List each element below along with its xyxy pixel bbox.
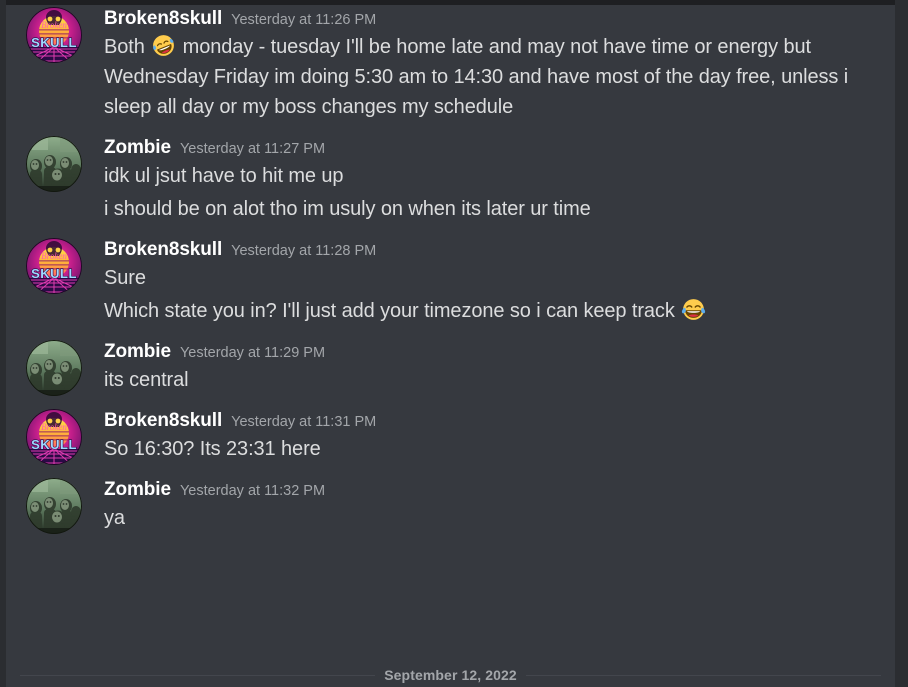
message-text: Sure [104,263,885,293]
message-text: Both monday - tuesday I'll be home late … [104,32,885,122]
zombie-crowd-avatar[interactable] [26,478,82,534]
message-text-run: idk ul jsut have to hit me up [104,165,344,187]
message-author[interactable]: Zombie [104,341,171,362]
scrollbar-track[interactable] [895,0,908,687]
svg-text:Broken: Broken [41,20,67,30]
zombie-crowd-avatar[interactable] [26,136,82,192]
message-text-run: Sure [104,267,146,289]
message-header: Broken8skull Yesterday at 11:28 PM [104,238,885,263]
message-author[interactable]: Zombie [104,479,171,500]
message-header: Broken8skull Yesterday at 11:31 PM [104,409,885,434]
message-text: ya [104,503,885,533]
message-timestamp: Yesterday at 11:31 PM [231,414,377,430]
message-group[interactable]: SKULL Broken Broken8skull Yesterday at 11:2… [6,236,895,326]
message-body: Zombie Yesterday at 11:27 PM idk ul jsut h… [104,136,895,224]
message-body: Broken8skull Yesterday at 11:31 PM So 16:3… [104,409,895,464]
message-text: Which state you in? I'll just add your t… [104,296,885,326]
message-group[interactable]: Zombie Yesterday at 11:27 PM idk ul jsut h… [6,134,895,224]
message-timestamp: Yesterday at 11:27 PM [179,141,326,157]
message-group[interactable]: SKULL Broken Broken8skull Yesterday at 11:3… [6,407,895,465]
face-with-tears-of-joy-emoji [681,297,706,322]
message-text-run: Both [104,36,151,58]
rolling-on-the-floor-laughing-emoji [151,33,176,58]
svg-text:SKULL: SKULL [31,35,77,50]
svg-text:Broken: Broken [41,251,67,261]
message-text-run: monday - tuesday I'll be home late and m… [104,36,849,118]
message-body: Broken8skull Yesterday at 11:26 PM Both mo… [104,7,895,122]
synthwave-skull-avatar[interactable]: SKULL Broken [26,238,82,294]
message-header: Zombie Yesterday at 11:32 PM [104,478,885,503]
message-timestamp: Yesterday at 11:26 PM [231,12,377,28]
message-timestamp: Yesterday at 11:32 PM [179,483,326,499]
synthwave-skull-avatar[interactable]: SKULL Broken [26,7,82,63]
message-body: Broken8skull Yesterday at 11:28 PM Sure Whi… [104,238,895,326]
message-text: So 16:30? Its 23:31 here [104,434,885,464]
message-group[interactable]: Zombie Yesterday at 11:29 PM its central [6,338,895,396]
message-header: Broken8skull Yesterday at 11:26 PM [104,7,885,32]
message-timestamp: Yesterday at 11:29 PM [179,345,326,361]
date-divider: September 12, 2022 [6,667,895,683]
message-group[interactable]: SKULL Broken Broken8skull Yesterday at 11:2… [6,5,895,122]
synthwave-skull-avatar[interactable]: SKULL Broken [26,409,82,465]
date-divider-rule-left [20,674,376,676]
message-text: i should be on alot tho im usuly on when… [104,194,885,224]
message-text-run: So 16:30? Its 23:31 here [104,438,321,460]
discord-chat-window: SKULL Broken Broken8skull Yesterday at 11:2… [0,0,908,687]
message-author[interactable]: Zombie [104,137,171,158]
svg-text:SKULL: SKULL [31,437,77,452]
message-header: Zombie Yesterday at 11:27 PM [104,136,885,161]
message-text-run: its central [104,369,189,391]
message-author[interactable]: Broken8skull [104,8,222,29]
message-author[interactable]: Broken8skull [104,410,222,431]
zombie-crowd-avatar[interactable] [26,340,82,396]
message-list[interactable]: SKULL Broken Broken8skull Yesterday at 11:2… [6,5,895,687]
date-divider-label: September 12, 2022 [384,667,517,683]
message-author[interactable]: Broken8skull [104,239,222,260]
message-text-run: ya [104,507,125,529]
message-text: its central [104,365,885,395]
svg-text:SKULL: SKULL [31,266,77,281]
message-group[interactable]: Zombie Yesterday at 11:32 PM ya [6,476,895,534]
svg-text:Broken: Broken [41,422,67,432]
message-body: Zombie Yesterday at 11:32 PM ya [104,478,895,533]
message-body: Zombie Yesterday at 11:29 PM its central [104,340,895,395]
message-timestamp: Yesterday at 11:28 PM [231,243,377,259]
message-text: idk ul jsut have to hit me up [104,161,885,191]
message-header: Zombie Yesterday at 11:29 PM [104,340,885,365]
date-divider-rule-right [525,674,882,676]
message-text-run: Which state you in? I'll just add your t… [104,300,681,322]
message-text-run: i should be on alot tho im usuly on when… [104,198,591,220]
